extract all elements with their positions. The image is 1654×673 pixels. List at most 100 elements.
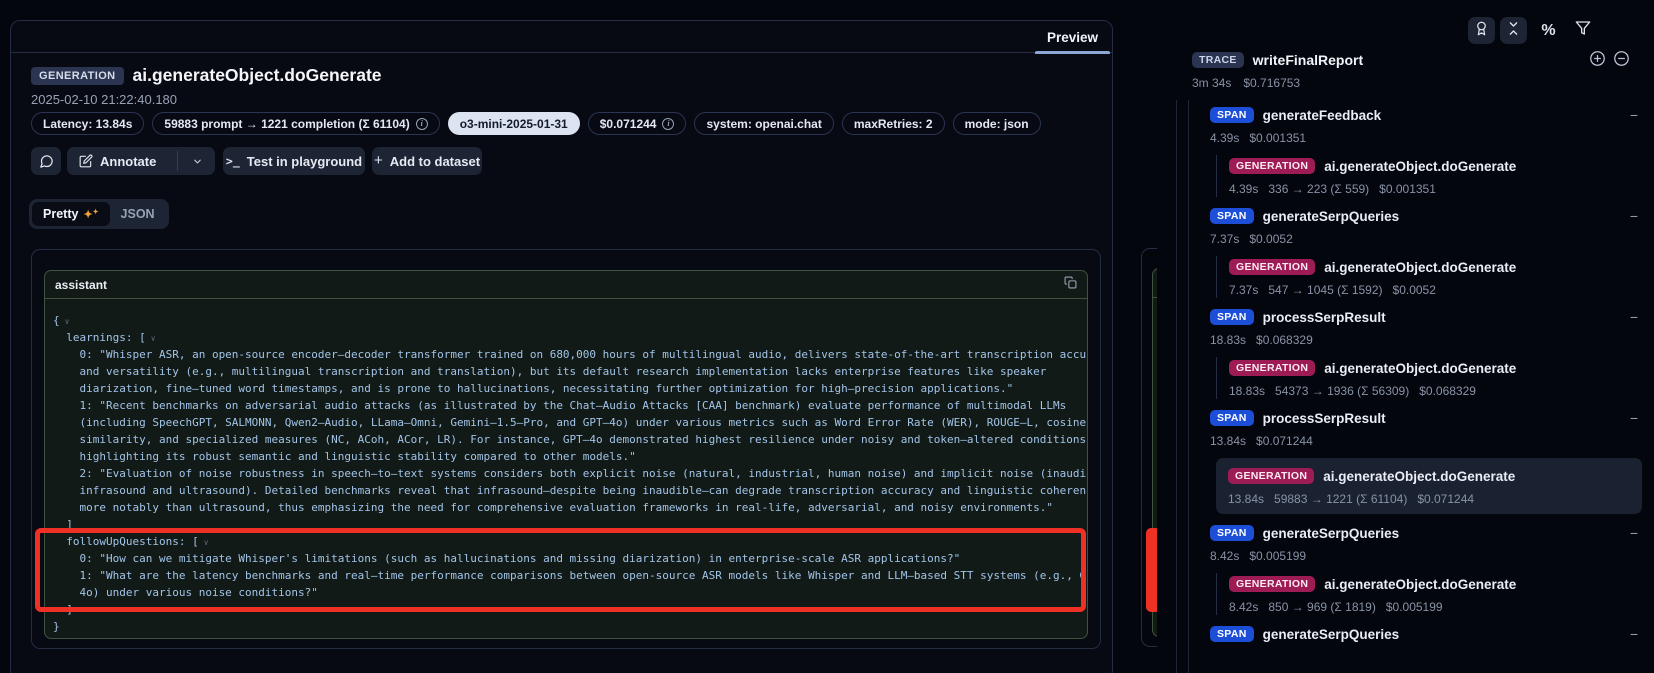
- collapse-node-button[interactable]: −: [1626, 626, 1642, 642]
- span-badge: SPAN: [1210, 626, 1254, 642]
- tree-generation-row[interactable]: GENERATIONai.generateObject.doGenerate: [1229, 573, 1642, 595]
- generation-metrics: 18.83s54373 → 1936 (Σ 56309)$0.068329: [1229, 384, 1642, 399]
- percent-icon: %: [1541, 22, 1555, 40]
- pill-label: system: openai.chat: [706, 117, 821, 131]
- trace-duration: 3m 34s: [1192, 76, 1231, 90]
- collapse-node-button[interactable]: −: [1626, 309, 1642, 325]
- collapse-icon: [1506, 21, 1521, 41]
- pill-label: o3-mini-2025-01-31: [460, 117, 568, 131]
- message-role-label: assistant: [55, 278, 107, 292]
- collapse-chevron-icon[interactable]: ∨: [204, 538, 209, 547]
- tree-span-row[interactable]: SPAN generateSerpQueries−: [1210, 623, 1642, 645]
- trace-name: writeFinalReport: [1253, 52, 1363, 68]
- tree-generation-row[interactable]: GENERATIONai.generateObject.doGenerate: [1229, 155, 1642, 177]
- observation-name: processSerpResult: [1263, 411, 1617, 426]
- code-line: more notably than ultrasound, thus empha…: [53, 499, 1079, 516]
- sparkles-icon: ✦✦: [83, 208, 98, 221]
- trace-badge: TRACE: [1192, 52, 1244, 68]
- metadata-pill-row: Latency: 13.84s 59883 prompt → 1221 compl…: [31, 112, 1041, 135]
- collapse-tree-button[interactable]: [1612, 52, 1630, 70]
- span-metrics: 8.42s$0.005199: [1210, 549, 1642, 564]
- tree-span-row[interactable]: SPANgenerateFeedback−: [1210, 104, 1642, 126]
- observation-timestamp: 2025-02-10 21:22:40.180: [31, 92, 177, 107]
- tree-generation-selected[interactable]: GENERATIONai.generateObject.doGenerate 13…: [1216, 458, 1642, 514]
- code-line: learnings: [∨: [53, 329, 1079, 346]
- observation-name: generateSerpQueries: [1263, 526, 1617, 541]
- pill-label: mode: json: [965, 117, 1029, 131]
- observation-name: generateSerpQueries: [1263, 209, 1617, 224]
- terminal-icon: >_: [226, 154, 240, 168]
- span-badge: SPAN: [1210, 107, 1254, 123]
- trace-root-row[interactable]: TRACE writeFinalReport: [1192, 52, 1363, 68]
- assistant-message-panel: assistant {∨ learnings: [∨ 0: "Whisper A…: [44, 270, 1088, 639]
- collapse-node-button[interactable]: −: [1626, 525, 1642, 541]
- metadata-pill[interactable]: system: openai.chat: [694, 112, 833, 135]
- collapse-chevron-icon[interactable]: ∨: [151, 334, 156, 343]
- tree-span-row[interactable]: SPAN generateSerpQueries−: [1210, 205, 1642, 227]
- generation-metrics: 7.37s547 → 1045 (Σ 1592)$0.0052: [1229, 283, 1642, 298]
- generation-type-badge: GENERATION: [31, 67, 124, 85]
- output-container: assistant {∨ learnings: [∨ 0: "Whisper A…: [31, 249, 1101, 649]
- award-icon: [1474, 21, 1489, 41]
- show-percentages-button[interactable]: %: [1535, 17, 1562, 44]
- code-line: ]: [53, 601, 1079, 618]
- tree-span-row[interactable]: SPANgenerateSerpQueries−: [1210, 522, 1642, 544]
- tree-generation-row[interactable]: GENERATIONai.generateObject.doGenerate: [1229, 256, 1642, 278]
- code-line: 1: "Recent benchmarks on adversarial aud…: [53, 397, 1079, 414]
- filter-button[interactable]: [1569, 17, 1596, 44]
- info-icon: i: [416, 118, 428, 130]
- test-in-playground-button[interactable]: >_ Test in playground: [223, 147, 365, 175]
- tree-generation-row[interactable]: GENERATIONai.generateObject.doGenerate: [1228, 465, 1632, 487]
- annotation-queue-button[interactable]: [1468, 17, 1495, 44]
- metadata-pill[interactable]: o3-mini-2025-01-31: [448, 112, 580, 135]
- plus-icon: +: [374, 152, 383, 169]
- json-label: JSON: [121, 207, 155, 221]
- generation-badge: GENERATION: [1229, 158, 1315, 174]
- add-to-dataset-button[interactable]: + Add to dataset: [372, 147, 482, 175]
- expand-all-button[interactable]: [1588, 52, 1606, 70]
- observation-name: generateSerpQueries: [1263, 627, 1617, 642]
- generation-metrics: 13.84s59883 → 1221 (Σ 61104)$0.071244: [1228, 492, 1632, 507]
- tab-pretty[interactable]: Pretty ✦✦: [32, 202, 110, 226]
- generation-metrics: 4.39s336 → 223 (Σ 559)$0.001351: [1229, 182, 1642, 197]
- copy-icon[interactable]: [1064, 276, 1077, 294]
- tree-generation-group[interactable]: GENERATIONai.generateObject.doGenerate8.…: [1216, 573, 1642, 615]
- metadata-pill[interactable]: $0.071244i: [588, 112, 687, 135]
- tab-json[interactable]: JSON: [110, 202, 166, 226]
- collapse-node-button[interactable]: −: [1626, 208, 1642, 224]
- metadata-pill[interactable]: mode: json: [953, 112, 1041, 135]
- metadata-pill[interactable]: maxRetries: 2: [842, 112, 945, 135]
- tab-preview-underline: [1035, 51, 1110, 54]
- collapse-chevron-icon[interactable]: ∨: [65, 317, 70, 326]
- code-line: ]: [53, 516, 1079, 533]
- comment-button[interactable]: [31, 147, 61, 175]
- annotate-dropdown-button[interactable]: [179, 147, 215, 175]
- tree-generation-row[interactable]: GENERATIONai.generateObject.doGenerate: [1229, 357, 1642, 379]
- code-line: and versatility (e.g., multilingual tran…: [53, 363, 1079, 380]
- annotate-split-divider: [177, 151, 178, 171]
- span-metrics: 4.39s$0.001351: [1210, 131, 1642, 146]
- tree-generation-group[interactable]: GENERATIONai.generateObject.doGenerate 4.…: [1216, 155, 1642, 197]
- metadata-pill[interactable]: 59883 prompt → 1221 completion (Σ 61104)…: [152, 112, 439, 135]
- metadata-pill[interactable]: Latency: 13.84s: [31, 112, 144, 135]
- tree-span-row[interactable]: SPANprocessSerpResult−: [1210, 306, 1642, 328]
- observation-name: ai.generateObject.doGenerate: [1324, 361, 1642, 376]
- span-badge: SPAN: [1210, 309, 1254, 325]
- observation-tree: SPANgenerateFeedback− 4.39s$0.001351 GENER…: [1210, 104, 1642, 673]
- annotate-icon: [79, 154, 93, 168]
- generation-badge: GENERATION: [1228, 468, 1314, 484]
- collapse-node-button[interactable]: −: [1626, 107, 1642, 123]
- tab-preview-label: Preview: [1047, 30, 1098, 45]
- tree-generation-group[interactable]: GENERATIONai.generateObject.doGenerate 18…: [1216, 357, 1642, 399]
- span-badge: SPAN: [1210, 208, 1254, 224]
- tab-preview[interactable]: Preview: [1033, 21, 1112, 53]
- collapse-all-button[interactable]: [1500, 17, 1527, 44]
- tree-span-row[interactable]: SPANprocessSerpResult−: [1210, 407, 1642, 429]
- annotate-split-button[interactable]: Annotate: [67, 147, 215, 175]
- code-line: highlighting its robust semantic and lin…: [53, 448, 1079, 465]
- info-icon: i: [662, 118, 674, 130]
- code-line: infrasound and ultrasound). Detailed ben…: [53, 482, 1079, 499]
- trace-metrics: 3m 34s$0.716753: [1192, 76, 1312, 90]
- collapse-node-button[interactable]: −: [1626, 410, 1642, 426]
- tree-generation-group[interactable]: GENERATIONai.generateObject.doGenerate 7.…: [1216, 256, 1642, 298]
